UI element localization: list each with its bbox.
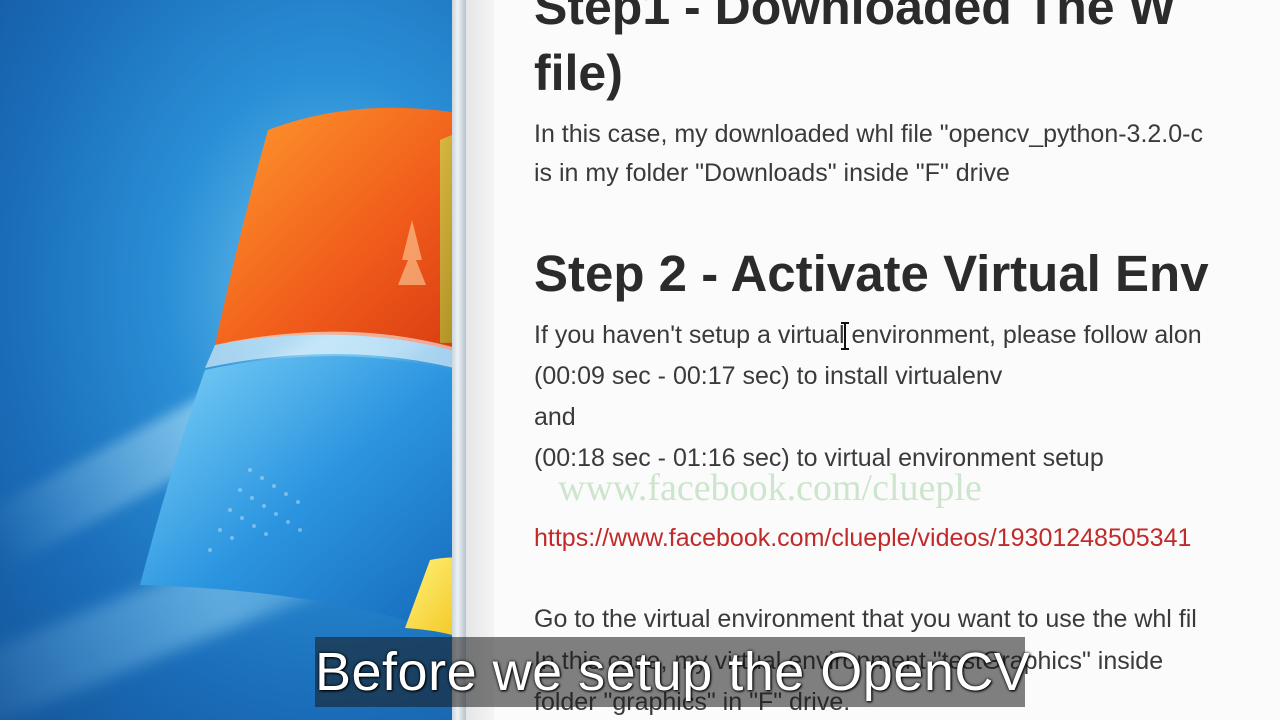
watermark: www.facebook.com/clueple: [558, 467, 982, 509]
facebook-video-link[interactable]: https://www.facebook.com/clueple/videos/…: [534, 524, 1191, 553]
step2-heading: Step 2 - Activate Virtual Env: [534, 245, 1209, 302]
windows-logo-icon: [140, 107, 470, 640]
step1-heading-continued: file): [534, 45, 623, 101]
step2-text-line: and: [534, 403, 576, 431]
text-cursor-icon: [841, 322, 849, 350]
step2-text-line: If you haven't setup a virtual environme…: [534, 321, 1202, 349]
step1-text-line: In this case, my downloaded whl file "op…: [534, 120, 1203, 148]
step1-text-line: is in my folder "Downloads" inside "F" d…: [534, 159, 1010, 187]
video-subtitle-caption: Before we setup the OpenCV: [315, 637, 1030, 707]
web-page-content: Step1 - Downloaded The W file) In this c…: [494, 0, 1280, 720]
desktop-wallpaper: [0, 0, 470, 720]
step1-heading: Step1 - Downloaded The W: [534, 0, 1176, 35]
browser-window-margin: [466, 0, 494, 720]
browser-window-border: [452, 0, 466, 720]
step2-text-line: (00:09 sec - 00:17 sec) to install virtu…: [534, 362, 1003, 390]
step3-text-line: Go to the virtual environment that you w…: [534, 605, 1197, 633]
